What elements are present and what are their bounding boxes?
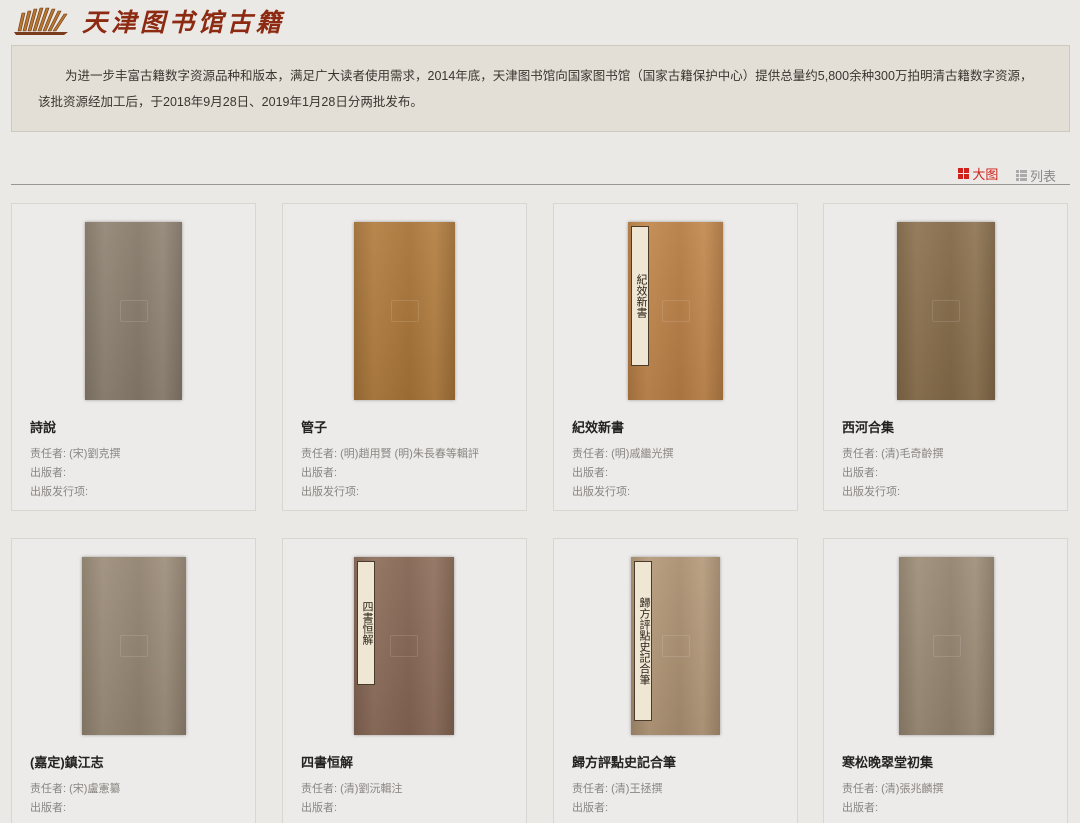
book-card[interactable]: 詩說 责任者: (宋)劉克撰 出版者: 出版发行项: (11, 203, 256, 511)
book-card[interactable]: 管子 责任者: (明)趙用賢 (明)朱長春等輯評 出版者: 出版发行项: (282, 203, 527, 511)
cover-seal (932, 635, 961, 657)
cover-seal (390, 635, 418, 657)
list-view-label: 列表 (1029, 169, 1056, 184)
book-publisher: 出版者: (572, 467, 609, 479)
book-author: 责任者: (明)趙用賢 (明)朱長春等輯評 (301, 448, 479, 460)
site-header: 天津图书馆古籍 (0, 0, 1080, 40)
cover-title-slip: 紀效新書 (631, 226, 649, 366)
book-title[interactable]: 西河合集 (842, 417, 894, 436)
book-card[interactable]: 紀效新書 紀效新書 责任者: (明)戚繼光撰 出版者: 出版发行项: (553, 203, 798, 511)
book-author: 责任者: (清)王拯撰 (572, 783, 663, 795)
grid-view-label: 大图 (972, 167, 999, 182)
bamboo-slips-icon[interactable] (10, 4, 72, 36)
book-card[interactable]: 歸方評點史記合筆 歸方評點史記合筆 责任者: (清)王拯撰 出版者: (553, 538, 798, 823)
book-cover-image[interactable] (82, 557, 186, 735)
site-title[interactable]: 天津图书馆古籍 (82, 3, 285, 39)
book-cover-image[interactable]: 四書恒解 (354, 557, 454, 735)
grid-view-toggle[interactable]: 大图 (958, 164, 998, 183)
book-edition: 出版发行项: (842, 486, 901, 498)
cover-title-slip: 四書恒解 (357, 561, 375, 685)
book-publisher: 出版者: (301, 802, 338, 814)
book-publisher: 出版者: (30, 802, 67, 814)
book-cover-image[interactable]: 歸方評點史記合筆 (631, 557, 720, 735)
book-title[interactable]: 四書恒解 (301, 752, 353, 771)
cover-seal (120, 635, 148, 657)
book-card[interactable]: 四書恒解 四書恒解 责任者: (清)劉沅輯注 出版者: (282, 538, 527, 823)
book-cover-image[interactable] (899, 557, 994, 735)
book-edition: 出版发行项: (30, 486, 89, 498)
book-edition: 出版发行项: (301, 486, 360, 498)
divider (11, 184, 1070, 185)
book-author: 责任者: (明)戚繼光撰 (572, 448, 674, 460)
book-title[interactable]: 詩說 (30, 417, 56, 436)
cover-seal (661, 635, 690, 657)
book-publisher: 出版者: (572, 802, 609, 814)
book-author: 责任者: (清)張兆麟撰 (842, 783, 944, 795)
book-publisher: 出版者: (842, 467, 879, 479)
intro-text: 为进一步丰富古籍数字资源品种和版本，满足广大读者使用需求，2014年底，天津图书… (11, 45, 1070, 132)
cover-title-slip: 歸方評點史記合筆 (634, 561, 652, 721)
book-card[interactable]: 西河合集 责任者: (清)毛奇齡撰 出版者: 出版发行项: (823, 203, 1068, 511)
cover-seal (932, 300, 960, 322)
book-publisher: 出版者: (301, 467, 338, 479)
cover-seal (661, 300, 690, 322)
book-author: 责任者: (宋)盧憲纂 (30, 783, 121, 795)
book-card[interactable]: (嘉定)鎮江志 责任者: (宋)盧憲纂 出版者: (11, 538, 256, 823)
grid-view-icon (958, 168, 970, 179)
book-title[interactable]: 歸方評點史記合筆 (572, 752, 676, 771)
list-view-toggle[interactable]: 列表 (1015, 166, 1056, 185)
book-title[interactable]: 紀效新書 (572, 417, 624, 436)
book-card[interactable]: 寒松晚翠堂初集 责任者: (清)張兆麟撰 出版者: (823, 538, 1068, 823)
book-edition: 出版发行项: (572, 486, 631, 498)
book-author: 责任者: (清)毛奇齡撰 (842, 448, 944, 460)
book-author: 责任者: (宋)劉克撰 (30, 448, 121, 460)
book-cover-image[interactable] (897, 222, 995, 400)
book-cover-image[interactable]: 紀效新書 (628, 222, 723, 400)
book-title[interactable]: 管子 (301, 417, 327, 436)
book-title[interactable]: 寒松晚翠堂初集 (842, 752, 933, 771)
book-cover-image[interactable] (85, 222, 182, 400)
book-publisher: 出版者: (30, 467, 67, 479)
book-title[interactable]: (嘉定)鎮江志 (30, 752, 104, 771)
book-publisher: 出版者: (842, 802, 879, 814)
book-author: 责任者: (清)劉沅輯注 (301, 783, 403, 795)
cover-seal (119, 300, 148, 322)
list-view-icon (1015, 170, 1027, 181)
cover-seal (390, 300, 419, 322)
book-cover-image[interactable] (354, 222, 455, 400)
view-switch: 大图 列表 (944, 161, 1056, 185)
